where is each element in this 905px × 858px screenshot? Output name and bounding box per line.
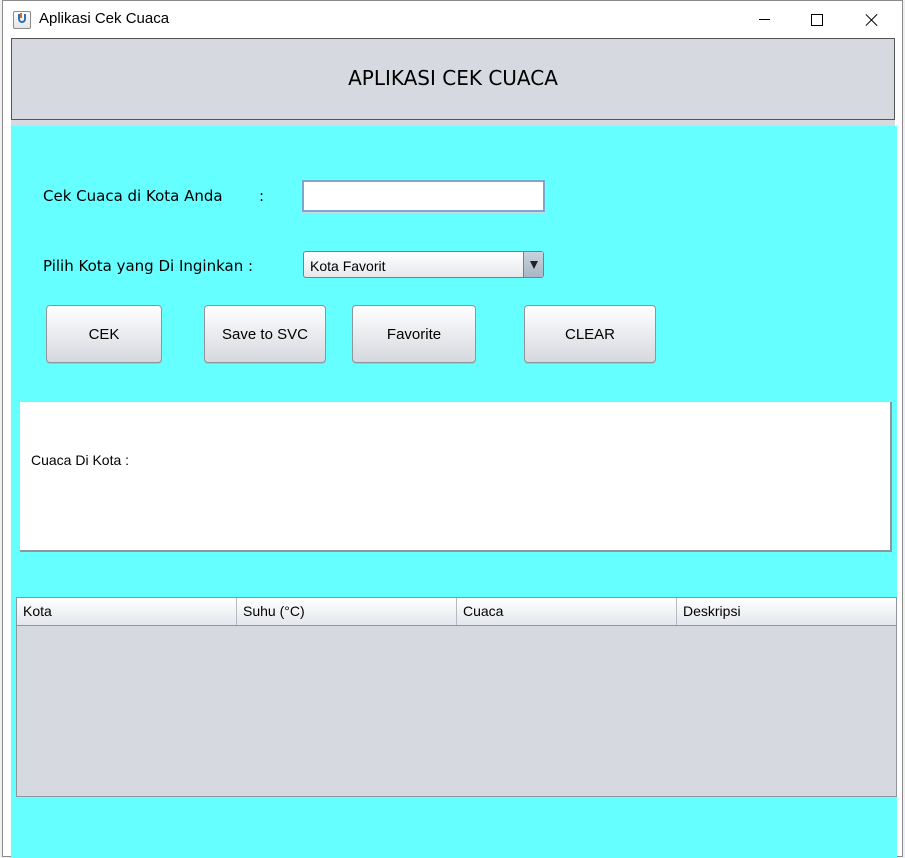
maximize-button[interactable] bbox=[794, 1, 840, 38]
weather-result-panel: Cuaca Di Kota : bbox=[20, 402, 892, 552]
clear-button[interactable]: CLEAR bbox=[524, 305, 656, 363]
column-header-deskripsi[interactable]: Deskripsi bbox=[677, 598, 896, 625]
java-app-icon bbox=[13, 11, 31, 29]
column-header-cuaca[interactable]: Cuaca bbox=[457, 598, 677, 625]
city-input[interactable] bbox=[301, 179, 546, 213]
choose-city-label: Pilih Kota yang Di Inginkan : bbox=[43, 257, 254, 275]
minimize-icon bbox=[758, 19, 770, 20]
page-title: APLIKASI CEK CUACA bbox=[348, 66, 558, 90]
table-body[interactable] bbox=[17, 626, 896, 796]
window-title: Aplikasi Cek Cuaca bbox=[39, 10, 170, 27]
cek-button[interactable]: CEK bbox=[46, 305, 162, 363]
save-button[interactable]: Save to SVC bbox=[204, 305, 326, 363]
table-header: Kota Suhu (°C) Cuaca Deskripsi bbox=[17, 598, 896, 626]
dropdown-arrow-button[interactable] bbox=[523, 252, 543, 277]
weather-table[interactable]: Kota Suhu (°C) Cuaca Deskripsi bbox=[16, 597, 897, 797]
header-panel: APLIKASI CEK CUACA bbox=[11, 38, 895, 120]
column-header-kota[interactable]: Kota bbox=[17, 598, 237, 625]
city-label-colon: : bbox=[259, 187, 265, 205]
favorite-city-dropdown[interactable]: Kota Favorit bbox=[303, 251, 544, 278]
maximize-icon bbox=[811, 13, 823, 26]
main-panel: Cek Cuaca di Kota Anda : Pilih Kota yang… bbox=[11, 126, 897, 858]
column-header-suhu[interactable]: Suhu (°C) bbox=[237, 598, 457, 625]
close-button[interactable] bbox=[849, 1, 895, 38]
minimize-button[interactable] bbox=[741, 1, 787, 38]
title-bar[interactable]: Aplikasi Cek Cuaca bbox=[3, 1, 902, 38]
chevron-down-icon bbox=[529, 260, 538, 269]
weather-result-label: Cuaca Di Kota : bbox=[31, 452, 130, 468]
dropdown-selected-value: Kota Favorit bbox=[310, 258, 386, 274]
close-icon bbox=[865, 13, 879, 27]
app-window: Aplikasi Cek Cuaca APLIKASI CEK CUACA Ce… bbox=[2, 0, 903, 858]
favorite-button[interactable]: Favorite bbox=[352, 305, 476, 363]
city-label: Cek Cuaca di Kota Anda bbox=[43, 187, 223, 205]
